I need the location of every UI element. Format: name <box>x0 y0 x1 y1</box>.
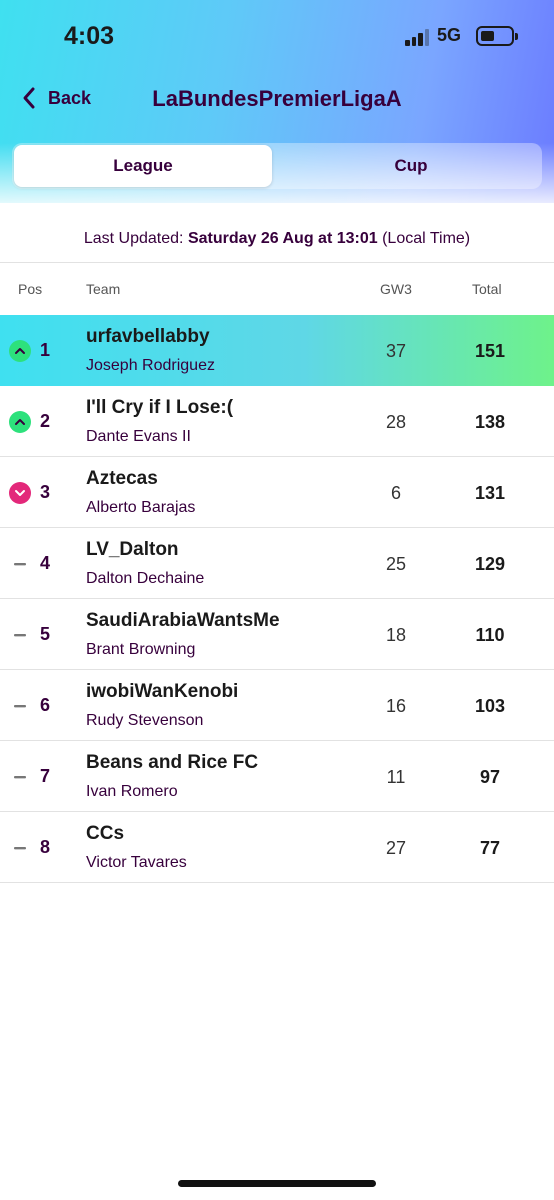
network-type: 5G <box>437 25 462 45</box>
row-manager: Ivan Romero <box>86 783 178 800</box>
row-total: 97 <box>479 767 501 787</box>
battery-icon <box>476 26 518 46</box>
row-manager: Rudy Stevenson <box>86 712 204 729</box>
page-title: LaBundesPremierLigaA <box>152 86 402 111</box>
table-row[interactable]: 7 Beans and Rice FC Ivan Romero 11 97 <box>0 741 554 812</box>
row-pos: 3 <box>40 482 51 502</box>
status-bar: 4:03 5G <box>0 0 554 72</box>
home-indicator[interactable] <box>178 1180 376 1187</box>
row-total: 77 <box>479 838 501 858</box>
row-gw: 18 <box>385 625 407 645</box>
movement-same-icon <box>9 553 31 575</box>
row-gw: 27 <box>385 838 407 858</box>
row-gw: 37 <box>385 341 407 361</box>
row-total: 129 <box>474 554 506 574</box>
row-gw: 25 <box>385 554 407 574</box>
row-manager: Dalton Dechaine <box>86 570 205 587</box>
row-pos: 7 <box>40 766 51 786</box>
row-team: CCs <box>86 823 125 844</box>
header-total: Total <box>472 281 502 297</box>
row-total: 138 <box>474 412 506 432</box>
row-manager: Brant Browning <box>86 641 196 658</box>
header-gw: GW3 <box>380 281 412 297</box>
row-total: 151 <box>474 341 506 361</box>
tab-league[interactable]: League <box>14 145 272 187</box>
movement-same-icon <box>9 837 31 859</box>
row-team: urfavbellabby <box>86 326 210 347</box>
row-team: SaudiArabiaWantsMe <box>86 610 280 631</box>
row-team: Beans and Rice FC <box>86 752 259 773</box>
cellular-signal-icon <box>405 28 431 46</box>
row-gw: 6 <box>390 483 401 503</box>
row-team: I'll Cry if I Lose:( <box>86 397 234 418</box>
row-team: Aztecas <box>86 468 158 489</box>
row-manager: Joseph Rodriguez <box>86 357 215 374</box>
last-updated-time: Saturday 26 Aug at 13:01 <box>187 230 378 247</box>
movement-same-icon <box>9 624 31 646</box>
table-row[interactable]: 4 LV_Dalton Dalton Dechaine 25 129 <box>0 528 554 599</box>
table-row[interactable]: 1 urfavbellabby Joseph Rodriguez 37 151 <box>0 315 554 386</box>
row-team: iwobiWanKenobi <box>86 681 239 702</box>
movement-down-icon <box>9 482 31 504</box>
segmented-control: League Cup <box>12 143 542 189</box>
table-header: Pos Team GW3 Total <box>0 262 554 315</box>
movement-same-icon <box>9 766 31 788</box>
row-manager: Victor Tavares <box>86 854 187 871</box>
last-updated: Last Updated: Saturday 26 Aug at 13:01 (… <box>0 230 554 248</box>
last-updated-prefix: Last Updated: <box>83 230 184 247</box>
table-row[interactable]: 8 CCs Victor Tavares 27 77 <box>0 812 554 883</box>
row-gw: 16 <box>385 696 407 716</box>
row-total: 110 <box>475 625 505 645</box>
last-updated-suffix: (Local Time) <box>382 230 471 247</box>
row-pos: 4 <box>40 553 51 573</box>
tab-cup[interactable]: Cup <box>282 143 540 189</box>
row-total: 103 <box>474 696 506 716</box>
row-pos: 1 <box>40 340 51 360</box>
row-pos: 6 <box>40 695 51 715</box>
row-manager: Dante Evans II <box>86 428 191 445</box>
table-row[interactable]: 6 iwobiWanKenobi Rudy Stevenson 16 103 <box>0 670 554 741</box>
status-time: 4:03 <box>64 22 115 50</box>
row-pos: 5 <box>40 624 51 644</box>
row-gw: 28 <box>385 412 407 432</box>
standings-table: 1 urfavbellabby Joseph Rodriguez 37 151 … <box>0 315 554 883</box>
table-row[interactable]: 2 I'll Cry if I Lose:( Dante Evans II 28… <box>0 386 554 457</box>
row-pos: 2 <box>40 411 51 431</box>
movement-same-icon <box>9 695 31 717</box>
row-pos: 8 <box>40 837 51 857</box>
row-manager: Alberto Barajas <box>86 499 196 516</box>
table-row[interactable]: 3 Aztecas Alberto Barajas 6 131 <box>0 457 554 528</box>
table-row[interactable]: 5 SaudiArabiaWantsMe Brant Browning 18 1… <box>0 599 554 670</box>
header-team: Team <box>86 281 121 297</box>
movement-up-icon <box>9 411 31 433</box>
header-pos: Pos <box>18 281 43 297</box>
row-gw: 11 <box>386 767 406 787</box>
movement-up-icon <box>9 340 31 362</box>
row-total: 131 <box>474 483 506 503</box>
row-team: LV_Dalton <box>86 539 179 560</box>
